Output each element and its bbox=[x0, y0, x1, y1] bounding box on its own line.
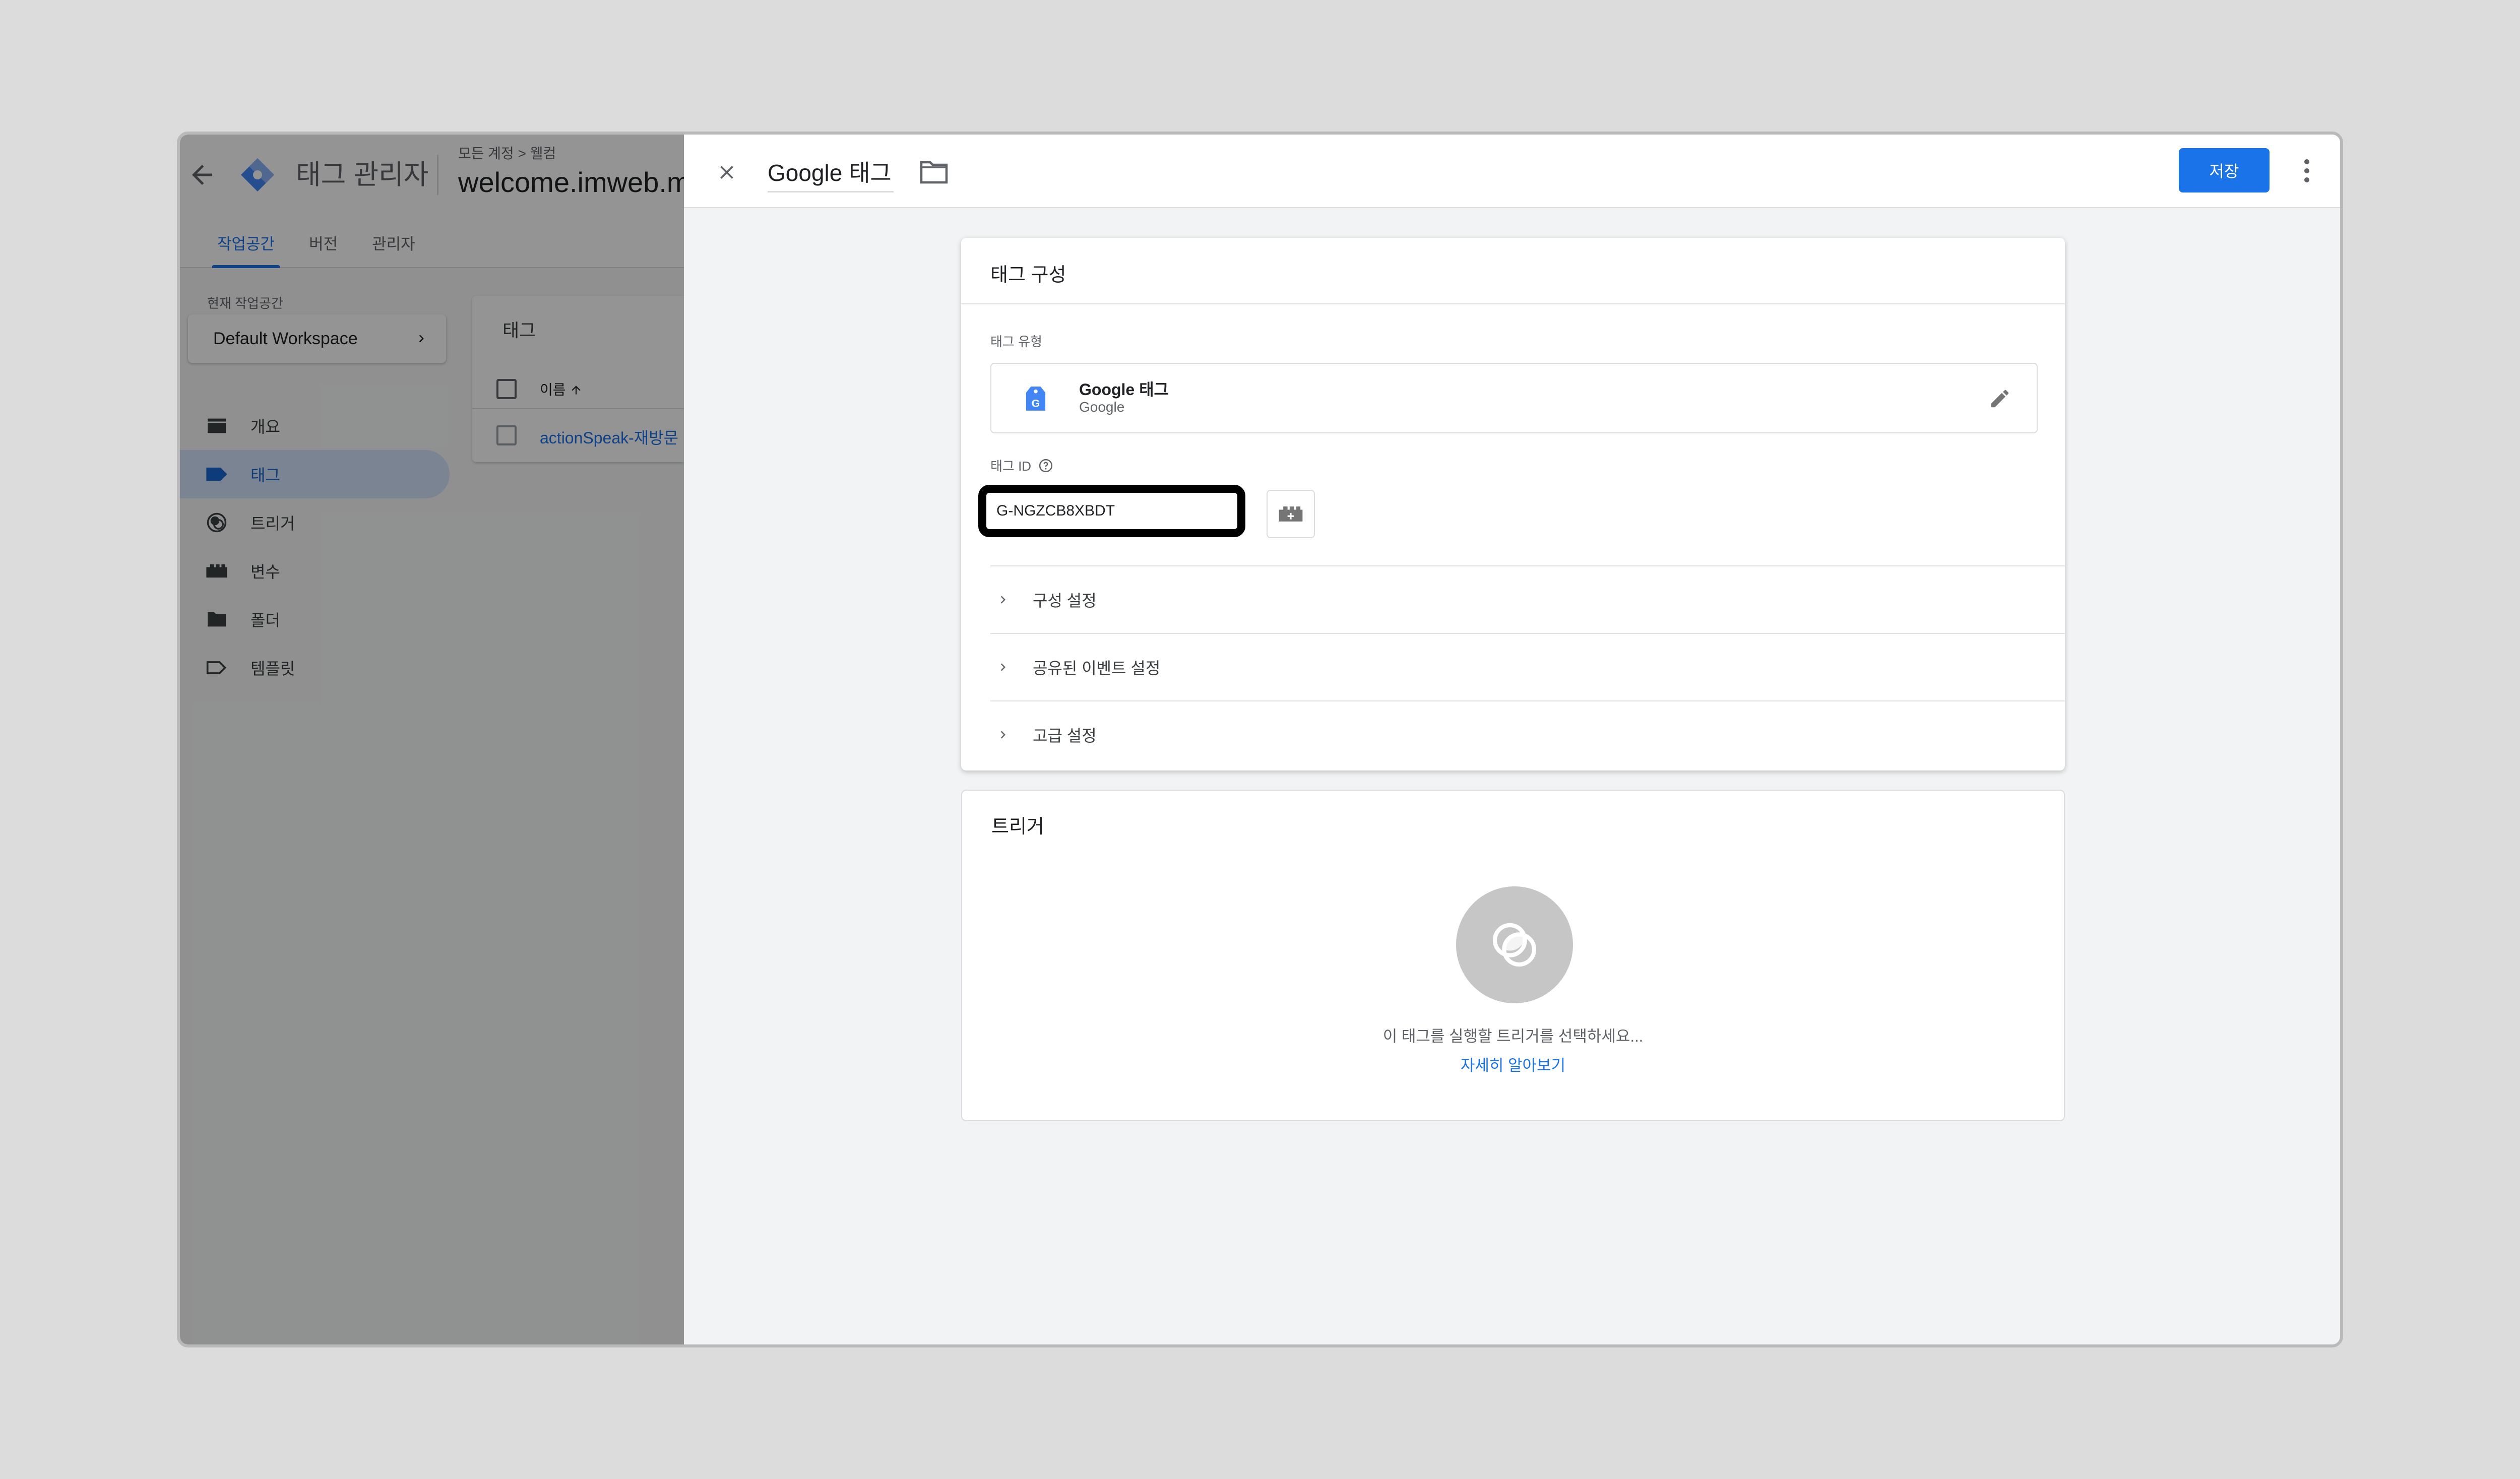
tag-type-name: Google 태그 bbox=[1079, 380, 1169, 399]
chevron-right-icon bbox=[1000, 663, 1005, 671]
tag-configuration-card: 태그 구성 태그 유형 G Google 태그 Google 태그 ID G-N… bbox=[961, 238, 2065, 770]
tag-type-selector[interactable]: G Google 태그 Google bbox=[990, 363, 2038, 433]
tag-editor-panel: Google 태그 저장 태그 구성 태그 유형 G Google 태그 Goo… bbox=[684, 135, 2340, 1344]
variable-icon bbox=[1279, 506, 1303, 522]
section-advanced-settings[interactable]: 고급 설정 bbox=[990, 700, 2065, 768]
tag-id-input[interactable] bbox=[978, 485, 1245, 537]
svg-text:G: G bbox=[1032, 398, 1040, 410]
close-button[interactable] bbox=[711, 157, 742, 188]
card-title: 트리거 bbox=[991, 816, 1044, 838]
folder-icon[interactable] bbox=[919, 160, 949, 185]
card-title: 태그 구성 bbox=[990, 265, 1066, 286]
save-button[interactable]: 저장 bbox=[2179, 148, 2270, 192]
pencil-edit-icon[interactable] bbox=[1988, 387, 2011, 410]
editor-header: Google 태그 저장 bbox=[684, 135, 2340, 208]
section-shared-event-settings[interactable]: 공유된 이벤트 설정 bbox=[990, 633, 2065, 700]
trigger-hint-text: 이 태그를 실행할 트리거를 선택하세요... bbox=[1382, 1027, 1644, 1045]
tag-name-field[interactable]: Google 태그 bbox=[768, 155, 894, 192]
help-icon[interactable] bbox=[1038, 458, 1053, 473]
section-configuration-settings[interactable]: 구성 설정 bbox=[990, 565, 2065, 633]
chevron-right-icon bbox=[1000, 731, 1005, 739]
add-trigger-button[interactable] bbox=[1456, 886, 1573, 1003]
insert-variable-button[interactable] bbox=[1267, 490, 1315, 538]
chevron-right-icon bbox=[1000, 596, 1005, 604]
app-window: 태그 관리자 모든 계정 > 웰컴 welcome.imweb.me 작업공간 … bbox=[177, 132, 2343, 1347]
google-tag-icon: G bbox=[1026, 387, 1046, 411]
modal-overlay[interactable] bbox=[180, 135, 684, 1344]
trigger-icon bbox=[1492, 923, 1537, 967]
tag-id-label: 태그 ID bbox=[990, 456, 1053, 475]
divider bbox=[961, 303, 2065, 304]
triggering-card: 트리거 이 태그를 실행할 트리거를 선택하세요... 자세히 알아보기 bbox=[961, 790, 2065, 1121]
learn-more-link[interactable]: 자세히 알아보기 bbox=[962, 1053, 2064, 1075]
tag-type-label: 태그 유형 bbox=[990, 334, 1042, 349]
close-icon bbox=[720, 166, 733, 179]
tag-type-vendor: Google bbox=[1079, 399, 1125, 415]
more-options-button[interactable] bbox=[2297, 155, 2317, 187]
